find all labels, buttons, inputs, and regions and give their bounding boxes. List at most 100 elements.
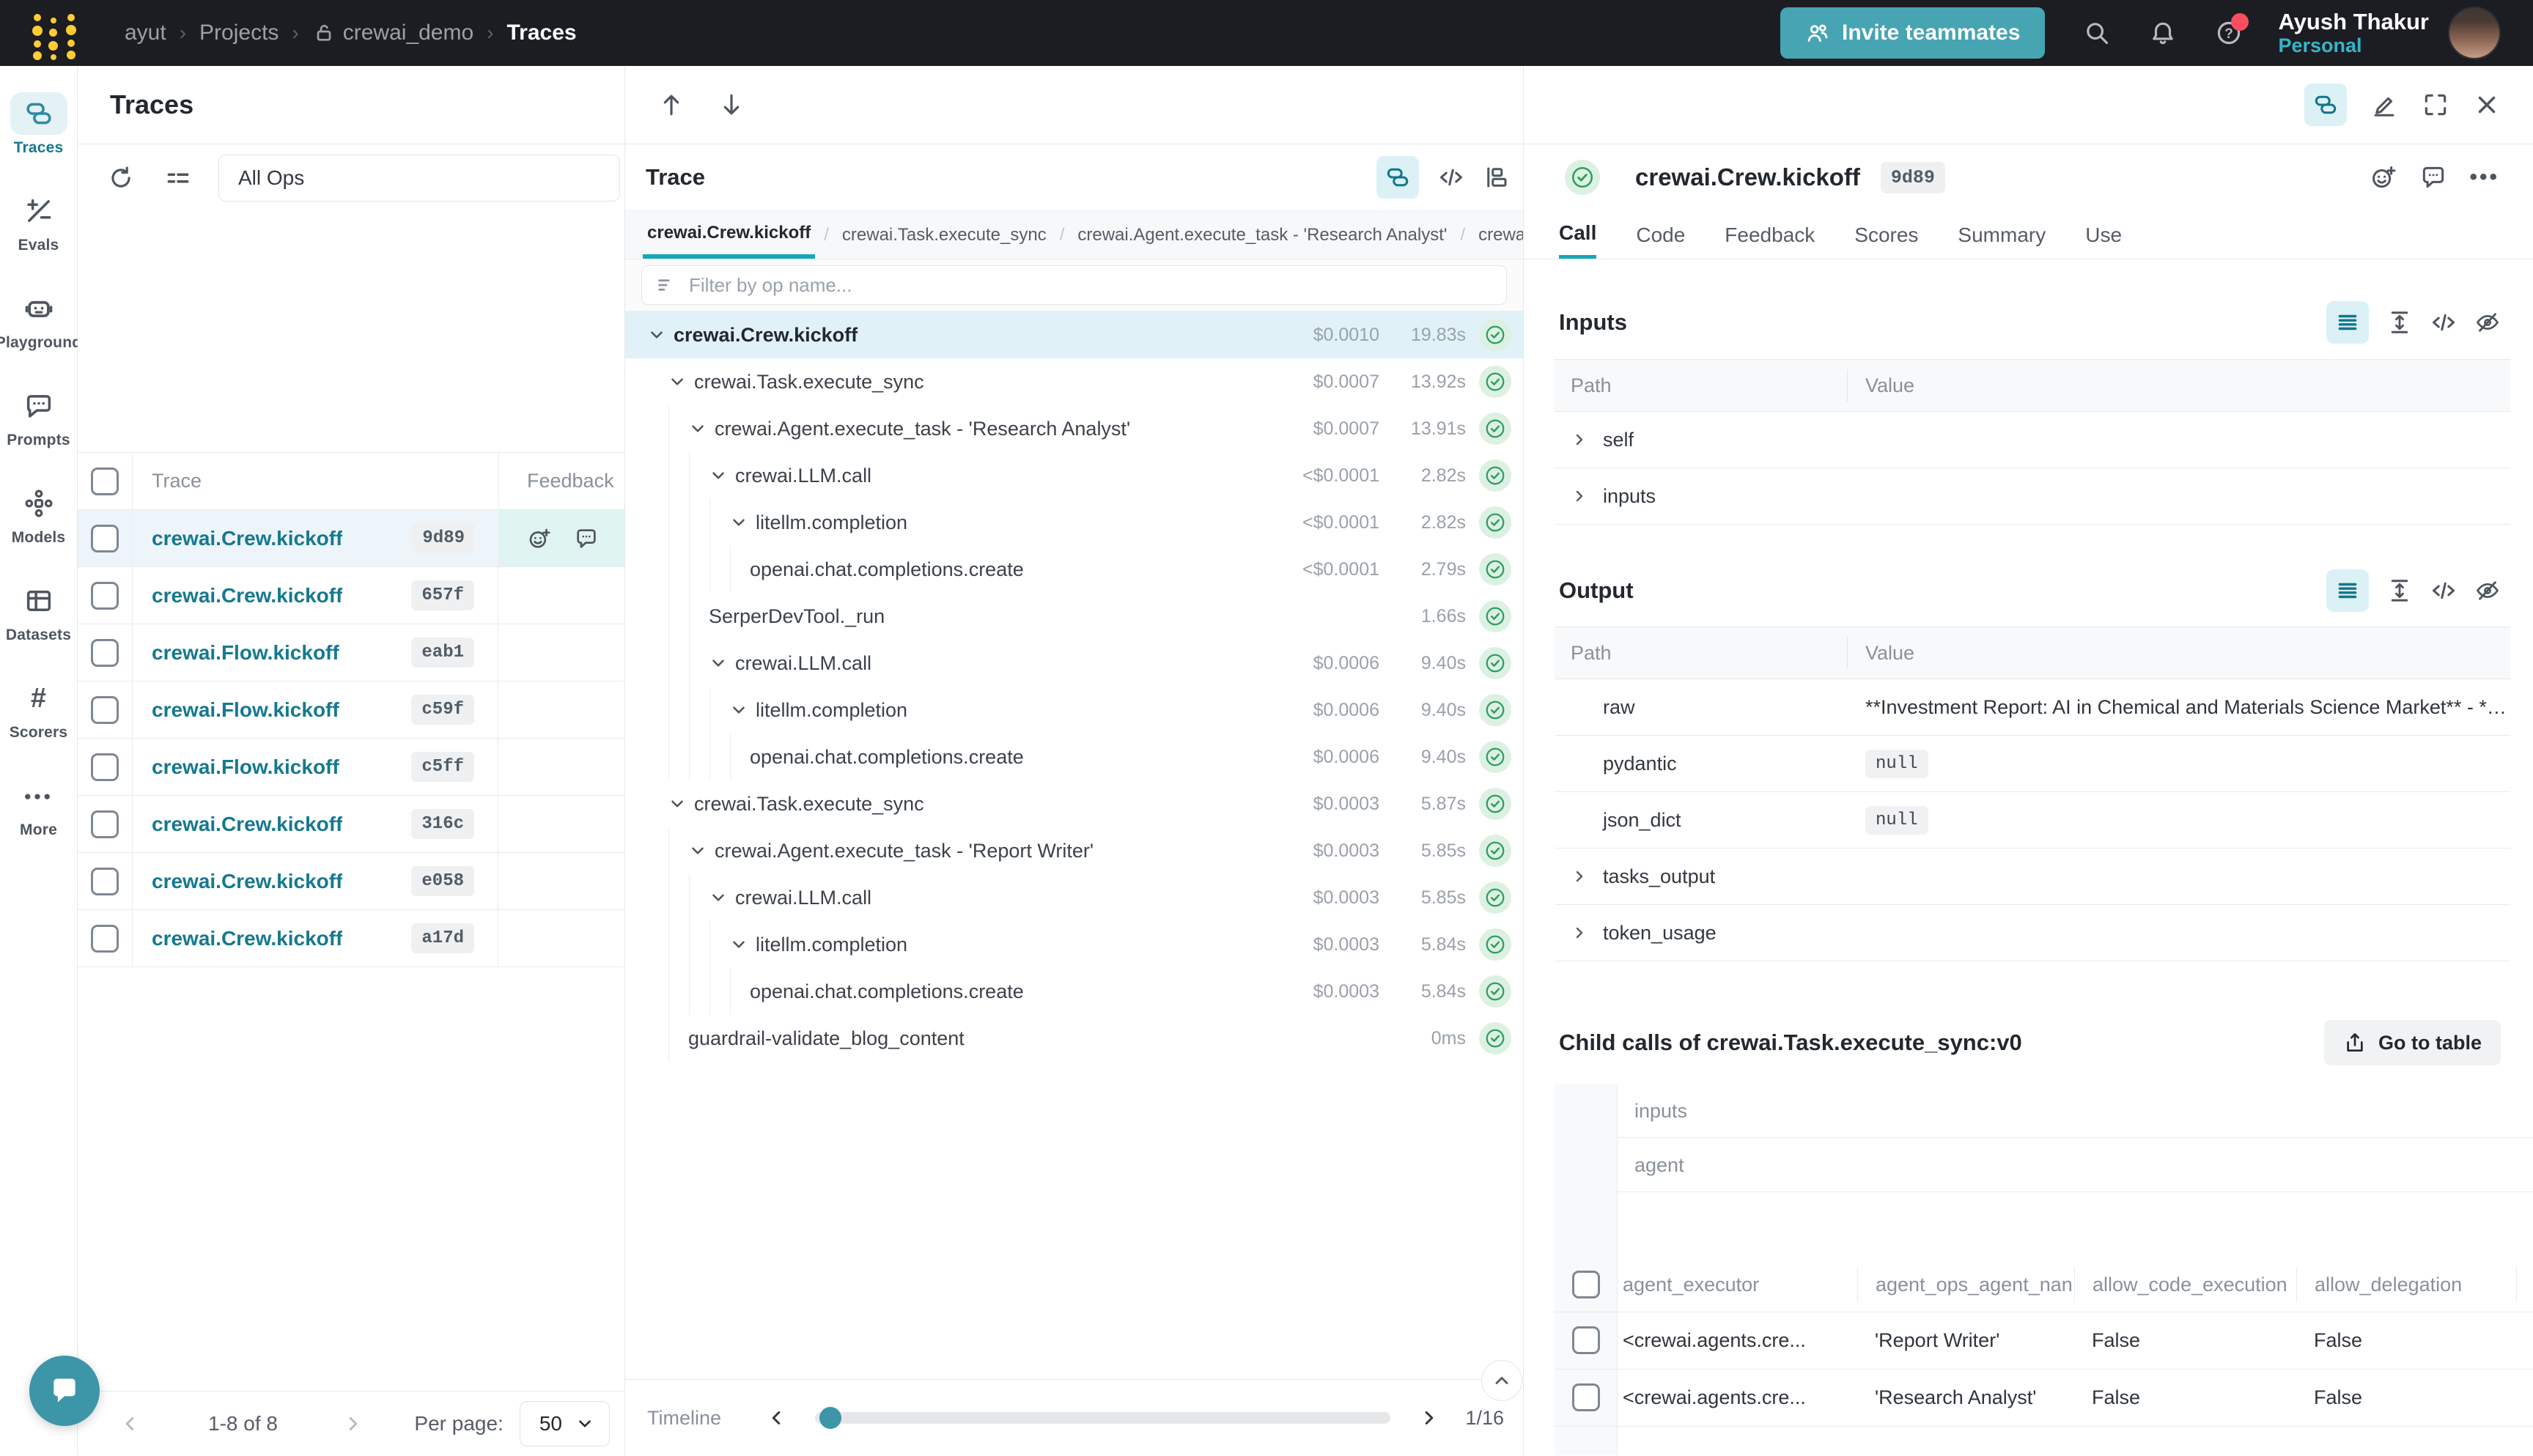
list-item[interactable]: pydantic null — [1555, 736, 2510, 792]
breadcrumb-org[interactable]: ayut — [125, 21, 166, 45]
trace-path-item[interactable]: crewai.LLM.call — [1474, 211, 1523, 259]
chevron-down-icon[interactable] — [709, 888, 735, 907]
user-menu[interactable]: Ayush Thakur Personal — [2278, 9, 2429, 58]
tab-call[interactable]: Call — [1559, 211, 1596, 259]
list-item[interactable]: json_dict null — [1555, 792, 2510, 849]
tree-row[interactable]: crewai.Task.execute_sync $0.0003 5.87s — [625, 780, 1523, 827]
sidebar-item-prompts[interactable]: Prompts — [0, 385, 78, 482]
chevron-down-icon[interactable] — [668, 372, 694, 391]
tree-row[interactable]: SerperDevTool._run 1.66s — [625, 593, 1523, 640]
table-row[interactable]: crewai.Crew.kickoffe058 — [78, 853, 624, 910]
tab-feedback[interactable]: Feedback — [1725, 211, 1815, 259]
help-button[interactable] — [2215, 19, 2243, 47]
tree-row[interactable]: guardrail-validate_blog_content 0ms — [625, 1015, 1523, 1062]
flame-view-button[interactable] — [1483, 164, 1510, 191]
tab-scores[interactable]: Scores — [1854, 211, 1918, 259]
tree-row[interactable]: openai.chat.completions.create $0.0006 9… — [625, 733, 1523, 780]
json-view-button[interactable] — [2430, 577, 2457, 604]
tree-row[interactable]: crewai.LLM.call $0.0006 9.40s — [625, 640, 1523, 687]
row-checkbox[interactable] — [91, 696, 119, 724]
op-name-filter-input[interactable] — [687, 273, 1493, 298]
invite-teammates-button[interactable]: Invite teammates — [1780, 7, 2045, 59]
collapse-timeline-button[interactable] — [1481, 1360, 1522, 1401]
chevron-right-icon[interactable] — [1571, 431, 1603, 448]
tree-row[interactable]: openai.chat.completions.create <$0.0001 … — [625, 546, 1523, 593]
row-checkbox[interactable] — [91, 639, 119, 667]
column-header[interactable]: agent_ops_agent_nan — [1857, 1267, 2074, 1302]
list-item[interactable]: tasks_output — [1555, 849, 2510, 905]
previous-sibling-button[interactable] — [657, 91, 685, 119]
table-row[interactable]: crewai.Crew.kickoff657f — [78, 567, 624, 624]
search-button[interactable] — [2083, 19, 2111, 47]
row-checkbox[interactable] — [91, 753, 119, 781]
chevron-down-icon[interactable] — [729, 513, 756, 532]
list-item[interactable]: raw **Investment Report: AI in Chemical … — [1555, 679, 2510, 736]
chevron-down-icon[interactable] — [729, 701, 756, 720]
chevron-down-icon[interactable] — [709, 466, 735, 485]
trace-link[interactable]: crewai.Crew.kickoff — [152, 813, 342, 836]
sidebar-item-models[interactable]: Models — [0, 482, 78, 580]
select-all-checkbox[interactable] — [1572, 1271, 1600, 1298]
add-reaction-button[interactable] — [2370, 163, 2397, 191]
sidebar-item-datasets[interactable]: Datasets — [0, 580, 78, 677]
chevron-down-icon[interactable] — [729, 935, 756, 954]
row-checkbox[interactable] — [1572, 1326, 1600, 1354]
timeline-next-button[interactable] — [1418, 1407, 1440, 1429]
tree-row[interactable]: openai.chat.completions.create $0.0003 5… — [625, 968, 1523, 1015]
tree-row[interactable]: litellm.completion $0.0003 5.84s — [625, 921, 1523, 968]
chevron-right-icon[interactable] — [1571, 868, 1603, 885]
next-sibling-button[interactable] — [718, 91, 745, 119]
sidebar-item-evals[interactable]: Evals — [0, 190, 78, 287]
table-row[interactable]: crewai.Flow.kickoffc59f — [78, 681, 624, 739]
tree-row[interactable]: litellm.completion <$0.0001 2.82s — [625, 499, 1523, 546]
next-page-button[interactable] — [342, 1413, 364, 1435]
avatar[interactable] — [2448, 7, 2501, 59]
tree-row[interactable]: crewai.LLM.call <$0.0001 2.82s — [625, 452, 1523, 499]
fullscreen-button[interactable] — [2422, 91, 2449, 119]
chevron-right-icon[interactable] — [1571, 487, 1603, 505]
table-row[interactable]: <crewai.agents.cre... 'Report Writer' Fa… — [1555, 1312, 2533, 1370]
table-row[interactable]: crewai.Crew.kickoff9d89 — [78, 510, 624, 567]
chevron-down-icon[interactable] — [688, 841, 715, 860]
chevron-down-icon[interactable] — [668, 794, 694, 813]
table-row[interactable]: crewai.Crew.kickoffa17d — [78, 910, 624, 967]
timeline-slider-handle[interactable] — [819, 1407, 841, 1429]
open-trace-view-button[interactable] — [2304, 84, 2347, 126]
expand-rows-button[interactable] — [2386, 577, 2413, 604]
breadcrumb-projects[interactable]: Projects — [199, 21, 279, 45]
tree-row[interactable]: crewai.Agent.execute_task - 'Report Writ… — [625, 827, 1523, 874]
add-reaction-icon[interactable] — [527, 526, 552, 551]
chevron-down-icon[interactable] — [647, 325, 674, 344]
previous-page-button[interactable] — [119, 1413, 141, 1435]
row-checkbox[interactable] — [91, 582, 119, 610]
trace-link[interactable]: crewai.Flow.kickoff — [152, 698, 339, 722]
table-row[interactable]: <crewai.agents.cre... 'Research Analyst'… — [1555, 1369, 2533, 1427]
tab-code[interactable]: Code — [1636, 211, 1685, 259]
column-header[interactable]: agent_executor — [1617, 1267, 1857, 1302]
trace-link[interactable]: crewai.Flow.kickoff — [152, 755, 339, 779]
list-item[interactable]: inputs — [1555, 468, 2510, 525]
code-view-button[interactable] — [1438, 164, 1464, 191]
tree-row[interactable]: crewai.Crew.kickoff $0.0010 19.83s — [625, 311, 1523, 358]
trace-link[interactable]: crewai.Flow.kickoff — [152, 641, 339, 665]
row-checkbox[interactable] — [1572, 1383, 1600, 1411]
per-page-select[interactable]: 50 — [520, 1401, 610, 1446]
raw-output-value[interactable]: **Investment Report: AI in Chemical and … — [1848, 696, 2510, 719]
op-filter-select[interactable]: All Ops — [218, 155, 620, 202]
support-chat-button[interactable] — [29, 1356, 100, 1426]
table-row[interactable]: crewai.Crew.kickoff316c — [78, 796, 624, 853]
comment-button[interactable] — [2419, 163, 2447, 191]
notifications-button[interactable] — [2149, 19, 2177, 47]
tree-view-button[interactable] — [1376, 156, 1419, 199]
column-settings-button[interactable] — [164, 164, 192, 192]
breadcrumb-project[interactable]: crewai_demo — [312, 21, 473, 45]
timeline-slider[interactable] — [815, 1412, 1390, 1424]
go-to-table-button[interactable]: Go to table — [2324, 1020, 2501, 1065]
edit-button[interactable] — [2370, 91, 2398, 119]
sidebar-item-playground[interactable]: Playground — [0, 287, 78, 385]
column-header[interactable]: allow_code_execution — [2074, 1267, 2296, 1302]
trace-path-item[interactable]: crewai.Crew.kickoff — [643, 211, 815, 259]
sidebar-item-traces[interactable]: Traces — [0, 92, 78, 190]
list-view-button[interactable] — [2326, 569, 2369, 612]
sidebar-item-more[interactable]: ●●● More — [0, 775, 78, 872]
